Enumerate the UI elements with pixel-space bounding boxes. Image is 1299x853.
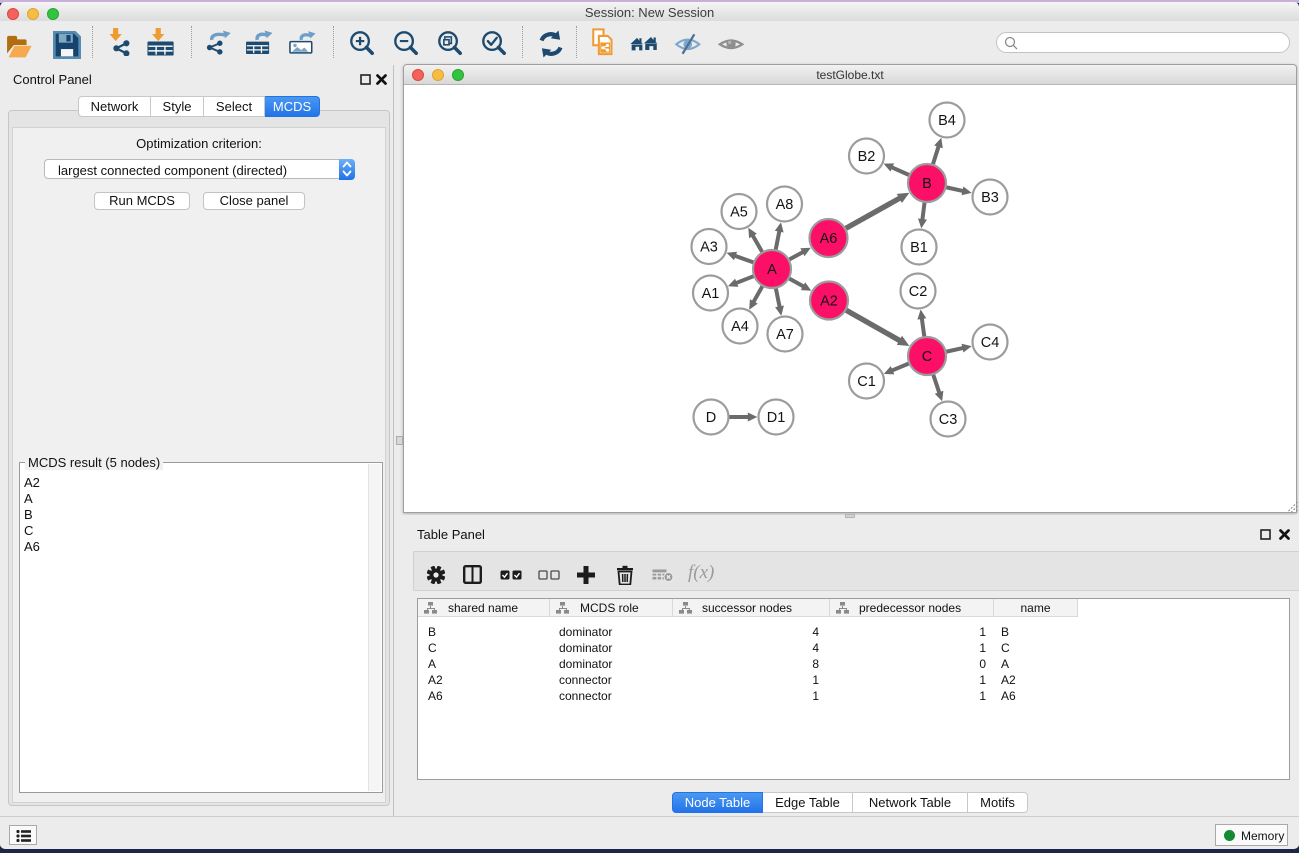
svg-text:A6: A6 (820, 231, 838, 247)
svg-text:B2: B2 (858, 149, 876, 165)
svg-text:A1: A1 (702, 286, 720, 302)
svg-text:B3: B3 (981, 190, 999, 206)
svg-text:A2: A2 (820, 294, 838, 310)
svg-text:C4: C4 (981, 335, 1000, 351)
svg-text:A4: A4 (731, 319, 749, 335)
svg-text:A8: A8 (776, 197, 794, 213)
svg-text:A: A (767, 262, 777, 278)
svg-text:D1: D1 (767, 410, 786, 426)
svg-text:A7: A7 (776, 327, 794, 343)
svg-text:B: B (922, 176, 932, 192)
svg-text:C: C (922, 349, 932, 365)
svg-text:D: D (706, 410, 716, 426)
svg-text:B4: B4 (938, 113, 956, 129)
svg-text:C1: C1 (857, 374, 876, 390)
svg-text:B1: B1 (910, 240, 928, 256)
svg-text:C3: C3 (939, 412, 958, 428)
svg-text:A3: A3 (700, 240, 718, 256)
svg-text:C2: C2 (909, 284, 928, 300)
svg-text:A5: A5 (730, 205, 748, 221)
